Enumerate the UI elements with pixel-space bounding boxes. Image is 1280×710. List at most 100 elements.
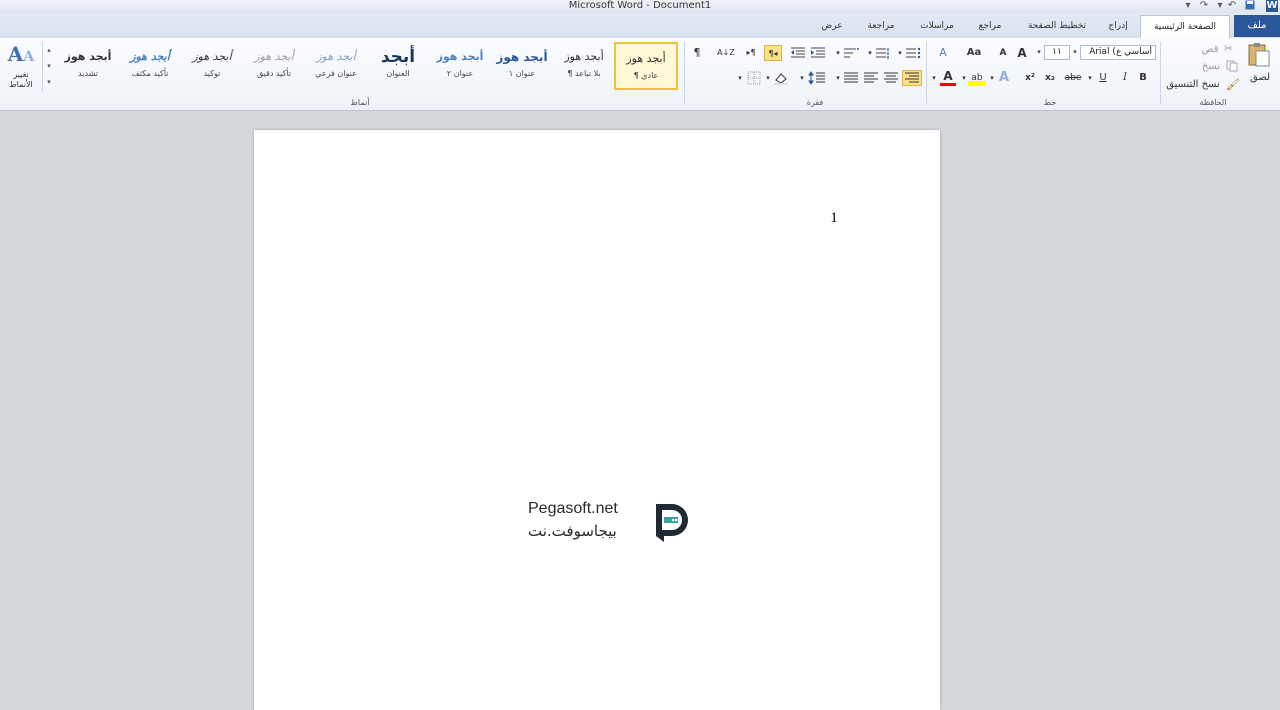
style-name: ¶ بلا تباعد	[567, 69, 601, 78]
change-case-button[interactable]: Aa	[962, 45, 986, 61]
chevron-down-icon[interactable]: ▾	[960, 70, 968, 86]
style-sample: أبجد هوز	[436, 50, 484, 63]
undo-icon[interactable]: ↶	[1226, 0, 1238, 12]
multilevel-list-icon[interactable]	[842, 46, 860, 60]
style-sample: أبجد هوز	[496, 50, 548, 64]
chevron-down-icon[interactable]: ▾	[896, 45, 904, 61]
style-sample: أبجد هوز	[626, 52, 666, 65]
chevron-down-icon[interactable]: ▾	[1070, 45, 1080, 60]
style-sample: أبجد هوز	[316, 50, 356, 63]
watermark-arabic-text: بيجاسوفت.نت	[528, 522, 617, 540]
style-name: تأكيد مكثف	[131, 69, 169, 78]
style-strong[interactable]: أبجد هوز تشديد	[56, 42, 120, 90]
style-name: عنوان ٢	[446, 69, 474, 78]
word-app-icon[interactable]: W	[1266, 0, 1278, 12]
ltr-direction-button[interactable]: ▸¶	[742, 45, 760, 61]
style-name: ¶ عادي	[633, 71, 659, 80]
chevron-down-icon[interactable]: ▾	[866, 45, 874, 61]
highlight-color-icon[interactable]: ab	[968, 70, 986, 86]
strikethrough-button[interactable]: abe	[1062, 70, 1084, 86]
align-center-button[interactable]	[882, 71, 900, 85]
tab-insert[interactable]: إدراج	[1098, 17, 1138, 35]
subscript-button[interactable]: x₂	[1042, 70, 1058, 86]
chevron-down-icon[interactable]: ▾	[834, 70, 842, 86]
line-spacing-icon[interactable]	[808, 71, 826, 85]
chevron-down-icon[interactable]: ▾	[1034, 45, 1044, 60]
borders-icon[interactable]	[746, 71, 762, 85]
style-normal[interactable]: أبجد هوز ¶ عادي	[614, 42, 678, 90]
decrease-indent-icon[interactable]	[790, 46, 806, 60]
chevron-down-icon[interactable]: ▾	[930, 70, 938, 86]
watermark-latin-text: Pegasoft.net	[528, 500, 618, 517]
align-left-button[interactable]	[862, 71, 880, 85]
style-intense-emphasis[interactable]: أبجد هوز تأكيد مكثف	[118, 42, 182, 90]
tab-mailings[interactable]: مراسلات	[912, 17, 962, 35]
chevron-down-icon[interactable]: ▾	[798, 70, 806, 86]
font-group-label: خط	[1043, 98, 1057, 107]
copy-button[interactable]: نسخ	[1198, 59, 1224, 75]
styles-scroll[interactable]: ▴ ▾ ▾	[42, 42, 55, 92]
chevron-down-icon[interactable]: ▾	[736, 70, 744, 86]
style-name: العنوان	[386, 69, 410, 78]
customize-qat-icon[interactable]: ▾	[1182, 0, 1194, 12]
numbering-icon[interactable]	[874, 46, 892, 60]
align-right-button[interactable]	[902, 70, 922, 86]
shrink-font-icon[interactable]: A	[996, 45, 1010, 61]
paste-button[interactable]: لصق	[1248, 70, 1272, 86]
font-color-icon[interactable]: A	[940, 70, 956, 86]
style-no-spacing[interactable]: أبجد هوز ¶ بلا تباعد	[552, 42, 616, 90]
change-styles-button[interactable]: تغيير الأنماط	[2, 70, 40, 92]
rtl-direction-button[interactable]: ¶◂	[764, 45, 782, 61]
font-name-dropdown[interactable]: Arial (أساسي ع	[1080, 45, 1156, 60]
style-subtle-emphasis[interactable]: أبجد هوز تأكيد دقيق	[242, 42, 306, 90]
style-heading-2[interactable]: أبجد هوز عنوان ٢	[428, 42, 492, 90]
style-subtitle[interactable]: أبجد هوز عنوان فرعي	[304, 42, 368, 90]
format-painter-button[interactable]: نسخ التنسيق	[1162, 77, 1224, 93]
italic-button[interactable]: I	[1118, 70, 1132, 86]
grow-font-icon[interactable]: A	[1014, 45, 1030, 61]
underline-button[interactable]: U	[1096, 70, 1110, 86]
group-divider	[684, 42, 685, 104]
scissors-icon: ✂	[1224, 42, 1234, 55]
style-heading-1[interactable]: أبجد هوز عنوان ١	[490, 42, 554, 90]
copy-icon	[1226, 60, 1238, 72]
tab-home[interactable]: الصفحة الرئيسية	[1140, 15, 1230, 38]
window-title: Microsoft Word - Document1	[568, 0, 712, 11]
chevron-down-icon[interactable]: ▾	[1086, 70, 1094, 86]
tab-file[interactable]: ملف	[1234, 15, 1280, 37]
sort-button[interactable]: A↓Z	[716, 45, 736, 61]
clipboard-group-label: الحافظة	[1199, 98, 1227, 107]
font-size-dropdown[interactable]: ١١	[1044, 45, 1070, 60]
style-title[interactable]: أبجد العنوان	[366, 42, 430, 90]
text-effects-icon[interactable]: A	[996, 70, 1012, 86]
chevron-down-icon[interactable]: ▾	[1214, 0, 1226, 12]
superscript-button[interactable]: x²	[1022, 70, 1038, 86]
bold-button[interactable]: B	[1136, 70, 1150, 86]
bullets-icon[interactable]	[904, 46, 922, 60]
tab-view[interactable]: عرض	[812, 17, 852, 35]
style-name: توكيد	[203, 69, 221, 78]
group-divider	[926, 42, 927, 104]
chevron-down-icon[interactable]: ▾	[988, 70, 996, 86]
tab-review[interactable]: مراجعة	[856, 17, 906, 35]
justify-button[interactable]	[842, 71, 860, 85]
clear-formatting-icon[interactable]: A	[934, 45, 952, 61]
document-text[interactable]: 1	[826, 210, 842, 230]
brush-icon: 🖌	[1226, 78, 1240, 91]
save-icon[interactable]	[1244, 0, 1256, 12]
group-divider	[1160, 42, 1161, 104]
redo-icon[interactable]: ↷	[1198, 0, 1210, 12]
change-styles-icon[interactable]: AA	[6, 42, 36, 66]
paste-icon[interactable]	[1246, 42, 1272, 68]
style-emphasis[interactable]: أبجد هوز توكيد	[180, 42, 244, 90]
show-formatting-button[interactable]: ¶	[690, 45, 704, 61]
tab-page-layout[interactable]: تخطيط الصفحة	[1020, 17, 1094, 35]
tab-references[interactable]: مراجع	[970, 17, 1010, 35]
style-sample: أبجد هوز	[64, 50, 112, 63]
style-name: عنوان فرعي	[315, 69, 357, 78]
chevron-down-icon[interactable]: ▾	[764, 70, 772, 86]
chevron-down-icon[interactable]: ▾	[834, 45, 842, 61]
shading-icon[interactable]	[772, 71, 790, 85]
increase-indent-icon[interactable]	[810, 46, 826, 60]
cut-button[interactable]: قص	[1200, 42, 1220, 58]
